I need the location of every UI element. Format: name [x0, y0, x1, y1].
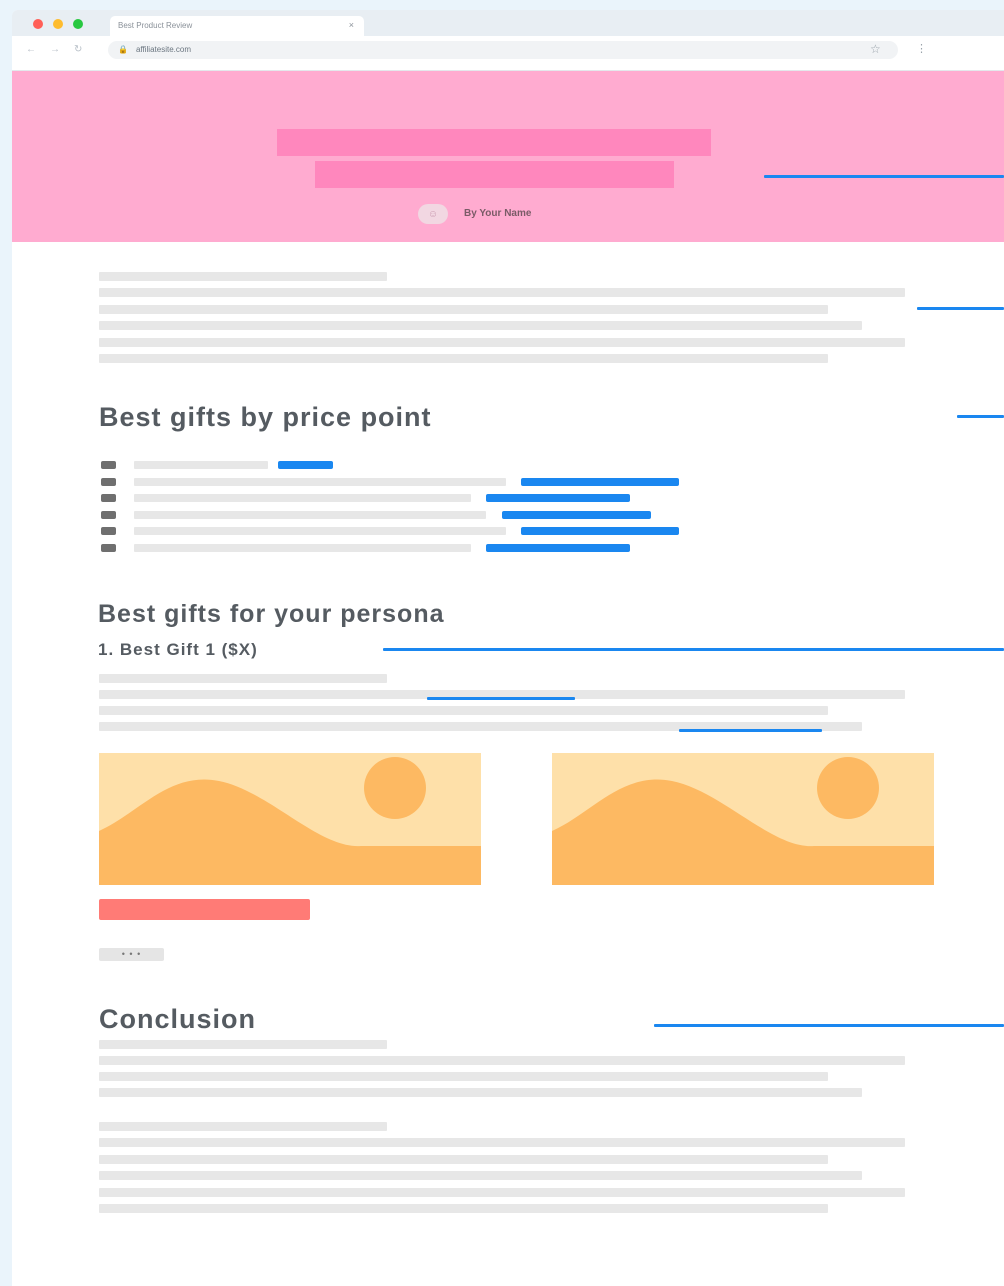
lock-icon: 🔒 — [118, 45, 128, 54]
tab-bar: Best Product Review × — [12, 10, 1004, 36]
annotation-pointer-line — [383, 648, 1004, 651]
list-bullet — [101, 527, 116, 535]
close-window-button[interactable] — [33, 19, 43, 29]
list-item-text — [134, 511, 486, 519]
annotation-pointer-line — [764, 175, 1004, 178]
back-arrow-icon[interactable]: ← — [26, 44, 36, 55]
conclusion-text-line — [99, 1040, 387, 1049]
tab-title: Best Product Review — [118, 21, 193, 30]
list-item-link[interactable] — [521, 478, 679, 486]
conclusion-text-line — [99, 1138, 905, 1147]
address-bar-row: ← → ↻ 🔒 affiliatesite.com ☆ ⋮ — [12, 36, 1004, 71]
intro-text-line — [99, 338, 905, 347]
conclusion-text-line — [99, 1171, 862, 1180]
price-point-heading: Best gifts by price point — [99, 402, 432, 432]
conclusion-text-line — [99, 1155, 828, 1164]
bookmark-star-icon[interactable]: ☆ — [870, 42, 881, 56]
list-item-text — [134, 494, 471, 502]
subtitle-placeholder — [315, 161, 674, 188]
conclusion-text-line — [99, 1188, 905, 1197]
minimize-window-button[interactable] — [53, 19, 63, 29]
conclusion-text-line — [99, 1088, 862, 1097]
forward-arrow-icon[interactable]: → — [50, 44, 60, 55]
intro-text-line — [99, 288, 905, 297]
more-button[interactable]: • • • — [99, 948, 164, 961]
maximize-window-button[interactable] — [73, 19, 83, 29]
annotation-pointer-line — [917, 307, 1004, 310]
conclusion-text-line — [99, 1204, 828, 1213]
product-image-placeholder — [99, 753, 481, 885]
list-item-link[interactable] — [502, 511, 651, 519]
browser-tab[interactable]: Best Product Review × — [110, 16, 364, 36]
inline-link-underline[interactable] — [679, 729, 822, 732]
list-item-link[interactable] — [521, 527, 679, 535]
conclusion-text-line — [99, 1056, 905, 1065]
gift-text-line — [99, 674, 387, 683]
gift-text-line — [99, 706, 828, 715]
gift-heading: 1. Best Gift 1 ($X) — [98, 640, 258, 659]
intro-text-line — [99, 354, 828, 363]
author-name: By Your Name — [464, 208, 532, 219]
list-item-text — [134, 544, 471, 552]
browser-menu-icon[interactable]: ⋮ — [916, 42, 927, 55]
landscape-image-icon — [552, 753, 934, 885]
annotation-pointer-line — [957, 415, 1004, 418]
url-text: affiliatesite.com — [136, 45, 191, 54]
list-item-link[interactable] — [278, 461, 333, 469]
list-bullet — [101, 511, 116, 519]
conclusion-text-line — [99, 1122, 387, 1131]
url-input[interactable]: 🔒 affiliatesite.com — [108, 41, 898, 59]
list-item-text — [134, 478, 506, 486]
avatar: ☺ — [418, 204, 448, 224]
intro-text-line — [99, 272, 387, 281]
conclusion-heading: Conclusion — [99, 1004, 256, 1034]
intro-text-line — [99, 321, 862, 330]
list-item-link[interactable] — [486, 544, 630, 552]
list-item-text — [134, 461, 268, 469]
tab-close-icon[interactable]: × — [349, 20, 354, 30]
list-bullet — [101, 461, 116, 469]
inline-link-underline[interactable] — [427, 697, 575, 700]
product-image-placeholder — [552, 753, 934, 885]
title-placeholder — [277, 129, 711, 156]
intro-text-line — [99, 305, 828, 314]
reload-icon[interactable]: ↻ — [74, 44, 82, 55]
buy-now-button[interactable] — [99, 899, 310, 920]
hero-banner: ☺ By Your Name — [12, 71, 1004, 242]
annotation-pointer-line — [654, 1024, 1004, 1027]
list-item-text — [134, 527, 506, 535]
list-bullet — [101, 544, 116, 552]
persona-heading: Best gifts for your persona — [98, 600, 445, 628]
landscape-image-icon — [99, 753, 481, 885]
list-bullet — [101, 494, 116, 502]
conclusion-text-line — [99, 1072, 828, 1081]
list-bullet — [101, 478, 116, 486]
list-item-link[interactable] — [486, 494, 630, 502]
